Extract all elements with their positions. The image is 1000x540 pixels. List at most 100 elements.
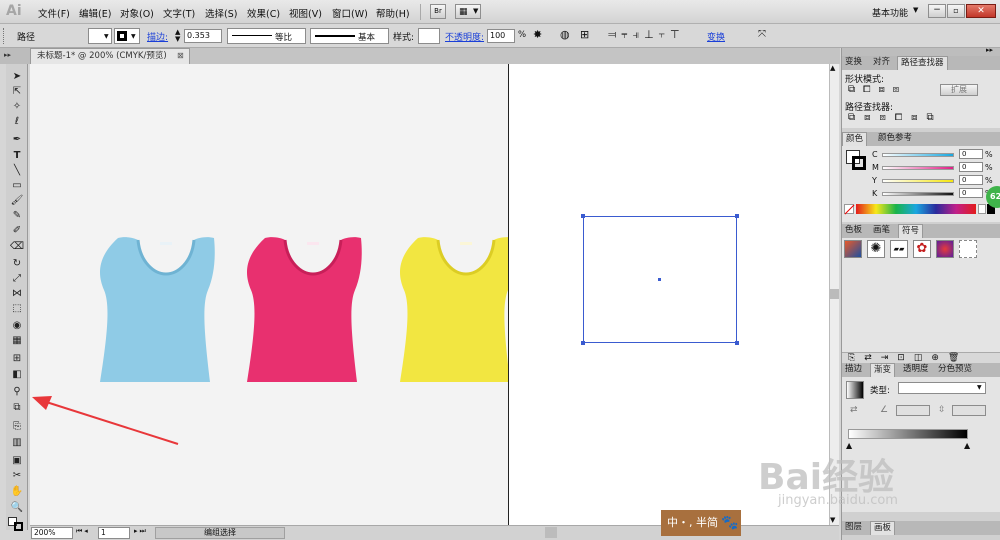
- align-to-icon[interactable]: ⊞: [580, 28, 589, 41]
- tab-transparency[interactable]: 透明度: [900, 363, 932, 377]
- slice-tool-icon[interactable]: ✂: [9, 469, 25, 483]
- channel-y-input[interactable]: 0: [959, 175, 983, 185]
- width-tool-icon[interactable]: ⋈: [9, 287, 25, 301]
- fill-swatch[interactable]: ▼: [88, 28, 112, 44]
- zoom-select[interactable]: 200%: [31, 527, 73, 539]
- variable-width-profile-select[interactable]: 等比: [227, 28, 306, 44]
- stroke-swatch[interactable]: ▼: [114, 28, 140, 44]
- blob-brush-tool-icon[interactable]: ✐: [9, 224, 25, 238]
- aspect-ratio-input[interactable]: [952, 405, 986, 416]
- zoom-tool-icon[interactable]: 🔍: [9, 501, 25, 515]
- blend-tool-icon[interactable]: ⧉: [9, 401, 25, 415]
- brush-definition-select[interactable]: 基本: [310, 28, 389, 44]
- menu-help[interactable]: 帮助(H): [376, 6, 410, 20]
- perspective-grid-tool-icon[interactable]: ▦: [9, 334, 25, 348]
- tab-transform[interactable]: 变换: [842, 56, 865, 70]
- scroll-thumb[interactable]: [830, 289, 839, 299]
- panel-menu-icon[interactable]: ⤧: [758, 29, 766, 40]
- menu-window[interactable]: 窗口(W): [332, 6, 368, 20]
- column-graph-tool-icon[interactable]: ▥: [9, 436, 25, 450]
- symbol-panel-buttons-icon[interactable]: ⎘⇄⇥⊡◫⊕🗑: [848, 353, 968, 363]
- stroke-swatch[interactable]: [852, 156, 866, 170]
- direct-selection-tool-icon[interactable]: ⇱: [9, 85, 25, 99]
- opacity-label-link[interactable]: 不透明度:: [445, 30, 484, 43]
- channel-y-slider[interactable]: [882, 179, 954, 183]
- tab-gradient[interactable]: 渐变: [870, 363, 896, 377]
- menu-object[interactable]: 对象(O): [120, 6, 154, 20]
- white-swatch[interactable]: [978, 204, 986, 214]
- channel-c-input[interactable]: 0: [959, 149, 983, 159]
- first-prev-artboard-icon[interactable]: ⏮◂: [76, 527, 90, 536]
- tab-brushes[interactable]: 画笔: [870, 224, 893, 238]
- stroke-color-icon[interactable]: [14, 522, 23, 531]
- rectangle-tool-icon[interactable]: ▭: [9, 179, 25, 193]
- opacity-input[interactable]: 100: [487, 29, 515, 43]
- collapse-icon[interactable]: ▸▸: [4, 51, 11, 59]
- document-tab[interactable]: 未标题-1* @ 200% (CMYK/预览) ⊠: [30, 48, 190, 64]
- scroll-up-icon[interactable]: ▲: [830, 64, 835, 72]
- channel-c-slider[interactable]: [882, 153, 954, 157]
- close-button[interactable]: ✕: [966, 4, 996, 18]
- lasso-tool-icon[interactable]: ℓ: [9, 115, 25, 129]
- collapse-panels-icon[interactable]: ▸▸: [986, 46, 993, 54]
- gradient-preview-swatch[interactable]: [846, 381, 864, 399]
- eraser-tool-icon[interactable]: ⌫: [9, 240, 25, 254]
- isolate-icon[interactable]: ◍: [560, 28, 570, 41]
- ime-toolbar[interactable]: 中・, 半简 🐾: [661, 510, 741, 536]
- minimize-button[interactable]: −: [928, 4, 946, 18]
- menu-view[interactable]: 视图(V): [289, 6, 322, 20]
- maximize-button[interactable]: ▫: [947, 4, 965, 18]
- tab-stroke[interactable]: 描边: [842, 363, 865, 377]
- gradient-tool-icon[interactable]: ◧: [9, 368, 25, 382]
- tab-color-guide[interactable]: 颜色参考: [875, 132, 915, 146]
- tab-pathfinder[interactable]: 路径查找器: [897, 56, 948, 70]
- eyedropper-tool-icon[interactable]: ⚲: [9, 385, 25, 399]
- angle-input[interactable]: [896, 405, 930, 416]
- graphic-style-select[interactable]: [418, 28, 440, 44]
- tab-layers[interactable]: 图层: [842, 521, 865, 535]
- pencil-tool-icon[interactable]: ✎: [9, 209, 25, 223]
- align-buttons-icon[interactable]: ⫤⫧⫣⊥⫟⊤: [608, 28, 685, 42]
- shape-builder-tool-icon[interactable]: ◉: [9, 319, 25, 333]
- close-tab-icon[interactable]: ⊠: [177, 49, 184, 63]
- menu-file[interactable]: 文件(F): [38, 6, 70, 20]
- tab-color[interactable]: 颜色: [842, 132, 868, 146]
- tab-artboards[interactable]: 画板: [870, 521, 896, 535]
- type-tool-icon[interactable]: T: [9, 149, 25, 163]
- stroke-weight-input[interactable]: 0.353: [184, 29, 222, 43]
- hand-tool-icon[interactable]: ✋: [9, 485, 25, 499]
- color-spectrum[interactable]: [856, 204, 976, 214]
- expand-button[interactable]: 扩展: [940, 84, 978, 96]
- symbol-box-icon[interactable]: [844, 240, 862, 258]
- aspect-ratio-icon[interactable]: ⇳: [938, 405, 946, 415]
- artboard-tool-icon[interactable]: ▣: [9, 454, 25, 468]
- free-transform-tool-icon[interactable]: ⬚: [9, 302, 25, 316]
- tab-symbols[interactable]: 符号: [898, 224, 924, 238]
- anchor-point[interactable]: [735, 341, 739, 345]
- channel-k-input[interactable]: 0: [959, 188, 983, 198]
- transform-link[interactable]: 变换: [707, 30, 725, 43]
- anchor-point[interactable]: [581, 341, 585, 345]
- anchor-point[interactable]: [735, 214, 739, 218]
- tab-separations-preview[interactable]: 分色预览: [935, 363, 975, 377]
- selection-tool-icon[interactable]: ➤: [9, 70, 25, 84]
- shape-mode-buttons-icon[interactable]: ⧉⧠⧈⧇: [848, 84, 907, 95]
- artboard-number-select[interactable]: 1: [98, 527, 130, 539]
- gradient-stop-right-icon[interactable]: ▲: [964, 441, 970, 450]
- gradient-type-select[interactable]: ▼: [898, 382, 986, 394]
- pathfinder-buttons-icon[interactable]: ⧉⧈⧇⧠⧈⧉: [848, 112, 943, 123]
- next-last-artboard-icon[interactable]: ▸⏭: [134, 527, 148, 536]
- menu-effect[interactable]: 效果(C): [247, 6, 280, 20]
- horizontal-scroll-thumb[interactable]: [545, 527, 557, 538]
- stroke-label-link[interactable]: 描边:: [147, 30, 168, 43]
- channel-m-input[interactable]: 0: [959, 162, 983, 172]
- stroke-stepper-icon[interactable]: ▲ ▼: [175, 29, 180, 43]
- symbol-splat-icon[interactable]: ✺: [867, 240, 885, 258]
- ime-paw-icon[interactable]: 🐾: [721, 510, 738, 536]
- paintbrush-tool-icon[interactable]: 🖌: [9, 194, 25, 208]
- symbol-grunge-icon[interactable]: ▰▰: [890, 240, 908, 258]
- pen-tool-icon[interactable]: ✒: [9, 133, 25, 147]
- angle-icon[interactable]: ∠: [880, 405, 888, 415]
- channel-m-slider[interactable]: [882, 166, 954, 170]
- gradient-slider[interactable]: [848, 429, 968, 439]
